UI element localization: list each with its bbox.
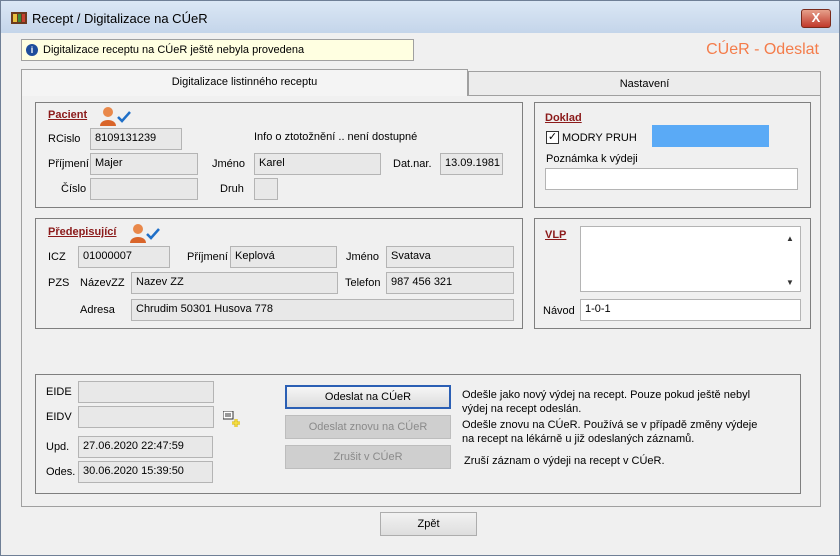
jmeno-field[interactable]: Karel [254, 153, 381, 175]
modry-pruh-checkbox[interactable]: ✓ [546, 131, 559, 144]
resend-to-cuer-button[interactable]: Odeslat znovu na CÚeR [285, 415, 451, 439]
cislo-label: Číslo [61, 183, 87, 195]
resend-description-line2: na recept na lékárně u již odeslaných zá… [462, 433, 695, 445]
eidv-label: EIDV [46, 411, 72, 423]
druh-label: Druh [220, 183, 244, 195]
rcislo-label: RCislo [48, 133, 81, 145]
eide-field[interactable] [78, 381, 214, 403]
send-description-line1: Odešle jako nový výdej na recept. Pouze … [462, 389, 751, 401]
cancel-in-cuer-button[interactable]: Zrušit v CÚeR [285, 445, 451, 469]
icz-label: ICZ [48, 251, 66, 263]
prescriber-jmeno-field[interactable]: Svatava [386, 246, 514, 268]
modry-pruh-label: MODRY PRUH [562, 132, 637, 144]
icz-field[interactable]: 01000007 [78, 246, 170, 268]
info-message: Digitalizace receptu na CÚeR ještě nebyl… [43, 44, 305, 56]
adresa-field[interactable]: Chrudim 50301 Husova 778 [131, 299, 514, 321]
recept-window: Recept / Digitalizace na CÚeR X i Digita… [0, 0, 840, 556]
prescriber-prijmeni-field[interactable]: Keplová [230, 246, 337, 268]
navod-label: Návod [543, 305, 575, 317]
add-record-icon[interactable] [223, 411, 243, 429]
jmeno-label: Jméno [212, 158, 246, 170]
poznamka-label: Poznámka k výdeji [546, 153, 638, 165]
info-bar: i Digitalizace receptu na CÚeR ještě neb… [21, 39, 414, 61]
prescriber-jmeno-label: Jméno [346, 251, 380, 263]
prijmeni-label: Příjmení [48, 158, 89, 170]
back-button[interactable]: Zpět [380, 512, 477, 536]
eidv-field[interactable] [78, 406, 214, 428]
telefon-field[interactable]: 987 456 321 [386, 272, 514, 294]
odes-field[interactable]: 30.06.2020 15:39:50 [78, 461, 213, 483]
identity-note: Info o ztotožnění .. není dostupné [254, 131, 418, 143]
scroll-up-icon[interactable]: ▲ [786, 234, 794, 243]
doklad-group-title: Doklad [545, 112, 582, 124]
send-description-line2: výdej na recept odeslán. [462, 403, 582, 415]
navod-field[interactable]: 1-0-1 [580, 299, 801, 321]
prijmeni-field[interactable]: Majer [90, 153, 198, 175]
upd-field[interactable]: 27.06.2020 22:47:59 [78, 436, 213, 458]
person-icon [130, 224, 146, 243]
scroll-down-icon[interactable]: ▼ [786, 278, 794, 287]
close-button[interactable]: X [801, 9, 831, 28]
adresa-label: Adresa [80, 304, 115, 316]
telefon-label: Telefon [345, 277, 381, 289]
nazevzz-label: NázevZZ [80, 277, 125, 289]
vlp-textarea[interactable] [580, 226, 801, 292]
cancel-description: Zruší záznam o výdeji na recept v CÚeR. [464, 455, 665, 467]
eide-label: EIDE [46, 386, 72, 398]
info-icon: i [26, 44, 38, 56]
tab-nastaveni[interactable]: Nastavení [468, 71, 821, 97]
doklad-color-box [652, 125, 769, 147]
pzs-label: PZS [48, 277, 70, 289]
poznamka-field[interactable] [545, 168, 798, 190]
window-title: Recept / Digitalizace na CÚeR [32, 11, 208, 26]
brand-label: CÚeR - Odeslat [706, 41, 819, 58]
tab-digitalizace[interactable]: Digitalizace listinného receptu [21, 69, 468, 96]
nazevzz-field[interactable]: Nazev ZZ [131, 272, 338, 294]
check-icon [146, 228, 160, 240]
odes-label: Odes. [46, 466, 76, 478]
person-icon [100, 107, 116, 126]
patient-group-title: Pacient [48, 109, 88, 121]
title-bar[interactable]: Recept / Digitalizace na CÚeR X [1, 1, 839, 33]
upd-label: Upd. [46, 441, 70, 453]
prescriber-group-title: Předepisující [48, 226, 117, 238]
datnar-label: Dat.nar. [393, 158, 432, 170]
prescriber-prijmeni-label: Příjmení [187, 251, 228, 263]
app-icon [11, 12, 27, 24]
datnar-field[interactable]: 13.09.1981 [440, 153, 503, 175]
druh-field[interactable] [254, 178, 278, 200]
rcislo-field[interactable]: 8109131239 [90, 128, 182, 150]
check-icon [117, 111, 131, 123]
send-to-cuer-button[interactable]: Odeslat na CÚeR [285, 385, 451, 409]
vlp-group-title: VLP [545, 229, 567, 241]
cislo-field[interactable] [90, 178, 198, 200]
resend-description-line1: Odešle znovu na CÚeR. Používá se v přípa… [462, 419, 758, 431]
